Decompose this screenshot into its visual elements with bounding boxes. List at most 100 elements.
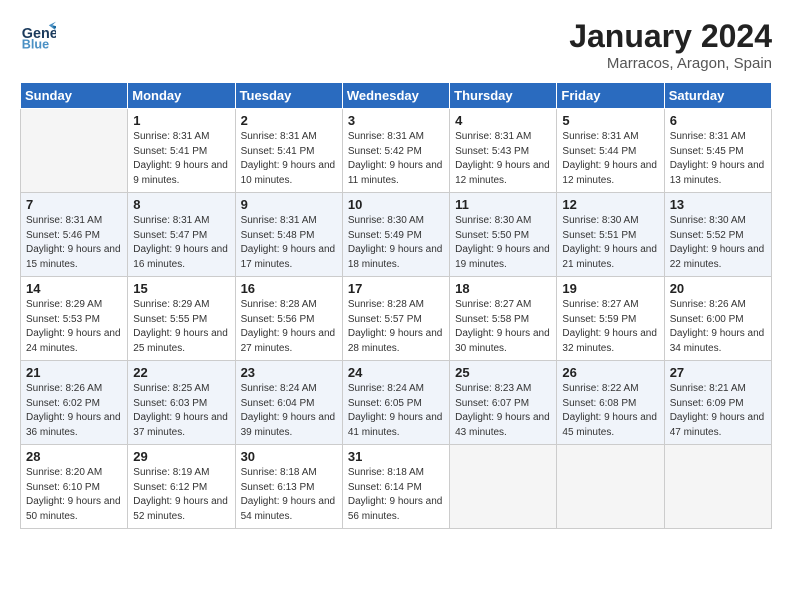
day-number: 12 — [562, 197, 658, 212]
cell-info: Sunrise: 8:29 AMSunset: 5:55 PMDaylight:… — [133, 298, 229, 356]
cell-info: Sunrise: 8:26 AMSunset: 6:00 PMDaylight:… — [670, 298, 766, 356]
day-number: 26 — [562, 365, 658, 380]
main-title: January 2024 — [569, 18, 772, 55]
day-number: 7 — [26, 197, 122, 212]
title-block: January 2024 Marracos, Aragon, Spain — [569, 18, 772, 72]
table-row: 20Sunrise: 8:26 AMSunset: 6:00 PMDayligh… — [664, 277, 771, 361]
day-number: 10 — [348, 197, 444, 212]
cell-info: Sunrise: 8:30 AMSunset: 5:52 PMDaylight:… — [670, 214, 766, 272]
logo-icon: General Blue — [20, 18, 56, 54]
col-saturday: Saturday — [664, 83, 771, 109]
day-number: 21 — [26, 365, 122, 380]
day-number: 18 — [455, 281, 551, 296]
table-row: 11 Sunrise: 8:30 AMSunset: 5:50 PMDayligh… — [450, 193, 557, 277]
cell-info: Sunrise: 8:18 AMSunset: 6:13 PMDaylight:… — [241, 466, 337, 524]
cell-info: Sunrise: 8:31 AMSunset: 5:46 PMDaylight:… — [26, 214, 122, 272]
day-number: 11 — [455, 197, 551, 212]
calendar-row: 28 Sunrise: 8:20 AMSunset: 6:10 PMDayligh… — [21, 445, 772, 529]
cell-info: Sunrise: 8:22 AMSunset: 6:08 PMDaylight:… — [562, 382, 658, 440]
header: General Blue January 2024 Marracos, Arag… — [20, 18, 772, 72]
table-row: 26 Sunrise: 8:22 AMSunset: 6:08 PMDayligh… — [557, 361, 664, 445]
table-row — [21, 109, 128, 193]
cell-info: Sunrise: 8:29 AMSunset: 5:53 PMDaylight:… — [26, 298, 122, 356]
table-row: 16 Sunrise: 8:28 AMSunset: 5:56 PMDayligh… — [235, 277, 342, 361]
day-number: 28 — [26, 449, 122, 464]
table-row: 24Sunrise: 8:24 AMSunset: 6:05 PMDayligh… — [342, 361, 449, 445]
cell-info: Sunrise: 8:20 AMSunset: 6:10 PMDaylight:… — [26, 466, 122, 524]
table-row: 10 Sunrise: 8:30 AMSunset: 5:49 PMDayligh… — [342, 193, 449, 277]
calendar-row: 14 Sunrise: 8:29 AMSunset: 5:53 PMDayligh… — [21, 277, 772, 361]
col-tuesday: Tuesday — [235, 83, 342, 109]
day-number: 23 — [241, 365, 337, 380]
day-number: 31 — [348, 449, 444, 464]
table-row: 21 Sunrise: 8:26 AMSunset: 6:02 PMDayligh… — [21, 361, 128, 445]
table-row: 4Sunrise: 8:31 AMSunset: 5:43 PMDaylight… — [450, 109, 557, 193]
table-row — [450, 445, 557, 529]
subtitle: Marracos, Aragon, Spain — [569, 55, 772, 72]
table-row: 1 Sunrise: 8:31 AMSunset: 5:41 PMDaylight… — [128, 109, 235, 193]
day-number: 5 — [562, 113, 658, 128]
day-number: 3 — [348, 113, 444, 128]
cell-info: Sunrise: 8:26 AMSunset: 6:02 PMDaylight:… — [26, 382, 122, 440]
table-row — [557, 445, 664, 529]
day-number: 15 — [133, 281, 229, 296]
day-number: 16 — [241, 281, 337, 296]
table-row: 5 Sunrise: 8:31 AMSunset: 5:44 PMDaylight… — [557, 109, 664, 193]
table-row: 17Sunrise: 8:28 AMSunset: 5:57 PMDayligh… — [342, 277, 449, 361]
cell-info: Sunrise: 8:31 AMSunset: 5:41 PMDaylight:… — [133, 130, 229, 188]
table-row: 30 Sunrise: 8:18 AMSunset: 6:13 PMDayligh… — [235, 445, 342, 529]
cell-info: Sunrise: 8:31 AMSunset: 5:43 PMDaylight:… — [455, 130, 551, 188]
cell-info: Sunrise: 8:31 AMSunset: 5:45 PMDaylight:… — [670, 130, 766, 188]
table-row: 6 Sunrise: 8:31 AMSunset: 5:45 PMDaylight… — [664, 109, 771, 193]
cell-info: Sunrise: 8:24 AMSunset: 6:05 PMDaylight:… — [348, 382, 444, 440]
table-row: 15 Sunrise: 8:29 AMSunset: 5:55 PMDayligh… — [128, 277, 235, 361]
cell-info: Sunrise: 8:18 AMSunset: 6:14 PMDaylight:… — [348, 466, 444, 524]
day-number: 9 — [241, 197, 337, 212]
cell-info: Sunrise: 8:24 AMSunset: 6:04 PMDaylight:… — [241, 382, 337, 440]
day-number: 29 — [133, 449, 229, 464]
col-wednesday: Wednesday — [342, 83, 449, 109]
cell-info: Sunrise: 8:25 AMSunset: 6:03 PMDaylight:… — [133, 382, 229, 440]
table-row: 22Sunrise: 8:25 AMSunset: 6:03 PMDayligh… — [128, 361, 235, 445]
table-row: 14 Sunrise: 8:29 AMSunset: 5:53 PMDayligh… — [21, 277, 128, 361]
table-row: 8Sunrise: 8:31 AMSunset: 5:47 PMDaylight… — [128, 193, 235, 277]
table-row: 3Sunrise: 8:31 AMSunset: 5:42 PMDaylight… — [342, 109, 449, 193]
day-number: 14 — [26, 281, 122, 296]
calendar-row: 21 Sunrise: 8:26 AMSunset: 6:02 PMDayligh… — [21, 361, 772, 445]
table-row: 28 Sunrise: 8:20 AMSunset: 6:10 PMDayligh… — [21, 445, 128, 529]
cell-info: Sunrise: 8:30 AMSunset: 5:51 PMDaylight:… — [562, 214, 658, 272]
calendar-header-row: Sunday Monday Tuesday Wednesday Thursday… — [21, 83, 772, 109]
col-monday: Monday — [128, 83, 235, 109]
calendar-row: 7 Sunrise: 8:31 AMSunset: 5:46 PMDaylight… — [21, 193, 772, 277]
cell-info: Sunrise: 8:23 AMSunset: 6:07 PMDaylight:… — [455, 382, 551, 440]
table-row: 23 Sunrise: 8:24 AMSunset: 6:04 PMDayligh… — [235, 361, 342, 445]
cell-info: Sunrise: 8:28 AMSunset: 5:56 PMDaylight:… — [241, 298, 337, 356]
table-row: 31 Sunrise: 8:18 AMSunset: 6:14 PMDayligh… — [342, 445, 449, 529]
cell-info: Sunrise: 8:31 AMSunset: 5:47 PMDaylight:… — [133, 214, 229, 272]
day-number: 30 — [241, 449, 337, 464]
table-row: 9 Sunrise: 8:31 AMSunset: 5:48 PMDaylight… — [235, 193, 342, 277]
day-number: 27 — [670, 365, 766, 380]
cell-info: Sunrise: 8:19 AMSunset: 6:12 PMDaylight:… — [133, 466, 229, 524]
cell-info: Sunrise: 8:30 AMSunset: 5:49 PMDaylight:… — [348, 214, 444, 272]
day-number: 6 — [670, 113, 766, 128]
page: General Blue January 2024 Marracos, Arag… — [0, 0, 792, 612]
cell-info: Sunrise: 8:27 AMSunset: 5:59 PMDaylight:… — [562, 298, 658, 356]
table-row: 19 Sunrise: 8:27 AMSunset: 5:59 PMDayligh… — [557, 277, 664, 361]
svg-text:Blue: Blue — [22, 38, 49, 52]
calendar-row: 1 Sunrise: 8:31 AMSunset: 5:41 PMDaylight… — [21, 109, 772, 193]
table-row: 27 Sunrise: 8:21 AMSunset: 6:09 PMDayligh… — [664, 361, 771, 445]
day-number: 2 — [241, 113, 337, 128]
cell-info: Sunrise: 8:28 AMSunset: 5:57 PMDaylight:… — [348, 298, 444, 356]
table-row: 12 Sunrise: 8:30 AMSunset: 5:51 PMDayligh… — [557, 193, 664, 277]
cell-info: Sunrise: 8:31 AMSunset: 5:44 PMDaylight:… — [562, 130, 658, 188]
day-number: 25 — [455, 365, 551, 380]
table-row: 18Sunrise: 8:27 AMSunset: 5:58 PMDayligh… — [450, 277, 557, 361]
cell-info: Sunrise: 8:21 AMSunset: 6:09 PMDaylight:… — [670, 382, 766, 440]
day-number: 19 — [562, 281, 658, 296]
cell-info: Sunrise: 8:31 AMSunset: 5:48 PMDaylight:… — [241, 214, 337, 272]
cell-info: Sunrise: 8:30 AMSunset: 5:50 PMDaylight:… — [455, 214, 551, 272]
cell-info: Sunrise: 8:31 AMSunset: 5:41 PMDaylight:… — [241, 130, 337, 188]
day-number: 1 — [133, 113, 229, 128]
col-sunday: Sunday — [21, 83, 128, 109]
